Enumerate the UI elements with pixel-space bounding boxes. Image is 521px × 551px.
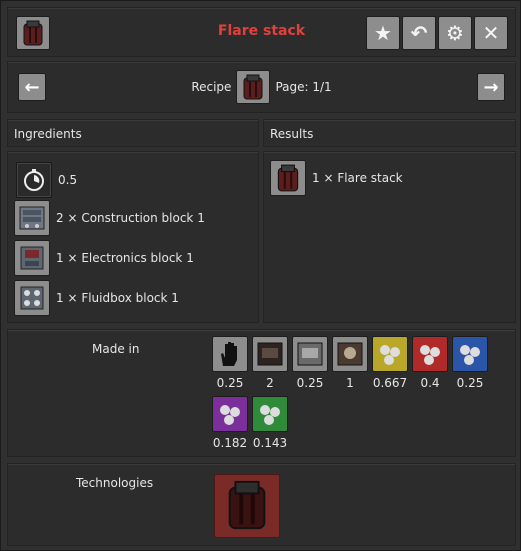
star-icon: ★ (374, 21, 392, 45)
settings-button[interactable]: ⚙ (438, 16, 472, 50)
ingredients-title: Ingredients (14, 127, 82, 141)
machine-speed: 1 (346, 376, 354, 390)
ingredient-text: 1 × Electronics block 1 (56, 251, 194, 265)
assembler-dark-icon (252, 336, 288, 372)
recipe-icon[interactable] (236, 70, 271, 104)
ingredient-text: 0.5 (58, 173, 78, 187)
time-icon (16, 162, 52, 198)
result-row[interactable]: 1 × Flare stack (270, 160, 403, 196)
flare-stack-technology-icon (223, 478, 271, 535)
gear-icon: ⚙ (446, 21, 464, 45)
assembler-blue-icon (452, 336, 488, 372)
flare-stack-icon (270, 160, 306, 196)
recipe-label: Recipe (191, 80, 232, 94)
assembler-yellow-icon (372, 336, 408, 372)
construction-block-icon (14, 200, 50, 236)
ingredient-row[interactable]: 0.5 (16, 162, 77, 198)
electronics-block-icon (14, 240, 50, 276)
machine-assembler-green[interactable]: 0.143 (252, 396, 288, 450)
technologies-panel: Technologies (7, 463, 516, 546)
close-icon: ✕ (482, 21, 500, 45)
results-header: Results (263, 119, 516, 147)
machine-assembler-blue[interactable]: 0.25 (452, 336, 488, 390)
technologies-label: Technologies (76, 476, 154, 490)
machine-speed: 0.143 (252, 436, 288, 450)
fluidbox-block-icon (14, 280, 50, 316)
results-panel: 1 × Flare stack (263, 151, 516, 323)
next-recipe-button[interactable]: → (477, 73, 505, 101)
back-arrow-icon: ↶ (410, 21, 428, 45)
assembler-green-icon (252, 396, 288, 432)
machine-hand[interactable]: 0.25 (212, 336, 248, 390)
ingredient-text: 1 × Fluidbox block 1 (56, 291, 179, 305)
machine-assembler-yellow[interactable]: 0.667 (372, 336, 408, 390)
machine-speed: 0.667 (372, 376, 408, 390)
made-in-panel: Made in 0.25 2 0.25 1 0.667 0.4 0.25 0.1… (7, 329, 516, 457)
ingredients-header: Ingredients (7, 119, 259, 147)
machine-speed: 0.25 (296, 376, 324, 390)
ingredient-row[interactable]: 1 × Electronics block 1 (14, 240, 194, 276)
page-indicator: Page: 1/1 (275, 80, 332, 94)
ingredients-panel: 0.5 2 × Construction block 1 1 × Electro… (7, 151, 259, 323)
title-bar: Flare stack ★ ↶ ⚙ ✕ (7, 7, 516, 57)
close-button[interactable]: ✕ (474, 16, 508, 50)
recipe-nav-center: Recipe Page: 1/1 (8, 70, 515, 104)
ingredient-row[interactable]: 2 × Construction block 1 (14, 200, 205, 236)
recipe-nav: ← Recipe Page: 1/1 → (7, 61, 516, 113)
made-in-label: Made in (92, 342, 140, 356)
result-text: 1 × Flare stack (312, 171, 403, 185)
machine-speed: 2 (266, 376, 274, 390)
machine-assembler-brown[interactable]: 1 (332, 336, 368, 390)
favorite-button[interactable]: ★ (366, 16, 400, 50)
ingredient-text: 2 × Construction block 1 (56, 211, 205, 225)
ingredient-row[interactable]: 1 × Fluidbox block 1 (14, 280, 179, 316)
machine-speed: 0.25 (456, 376, 484, 390)
machine-assembler-grey[interactable]: 0.25 (292, 336, 328, 390)
arrow-right-icon: → (483, 76, 499, 98)
machine-assembler-red[interactable]: 0.4 (412, 336, 448, 390)
machine-speed: 0.4 (420, 376, 440, 390)
hand-icon (212, 336, 248, 372)
recipe-window: Flare stack ★ ↶ ⚙ ✕ ← Recipe Page: 1/1 →… (0, 0, 521, 551)
assembler-purple-icon (212, 396, 248, 432)
machine-speed: 0.182 (212, 436, 248, 450)
results-title: Results (270, 127, 314, 141)
assembler-brown-icon (332, 336, 368, 372)
assembler-red-icon (412, 336, 448, 372)
machine-speed: 0.25 (216, 376, 244, 390)
technology-button[interactable] (214, 474, 280, 538)
back-button[interactable]: ↶ (402, 16, 436, 50)
machine-assembler-dark[interactable]: 2 (252, 336, 288, 390)
machine-assembler-purple[interactable]: 0.182 (212, 396, 248, 450)
assembler-grey-icon (292, 336, 328, 372)
